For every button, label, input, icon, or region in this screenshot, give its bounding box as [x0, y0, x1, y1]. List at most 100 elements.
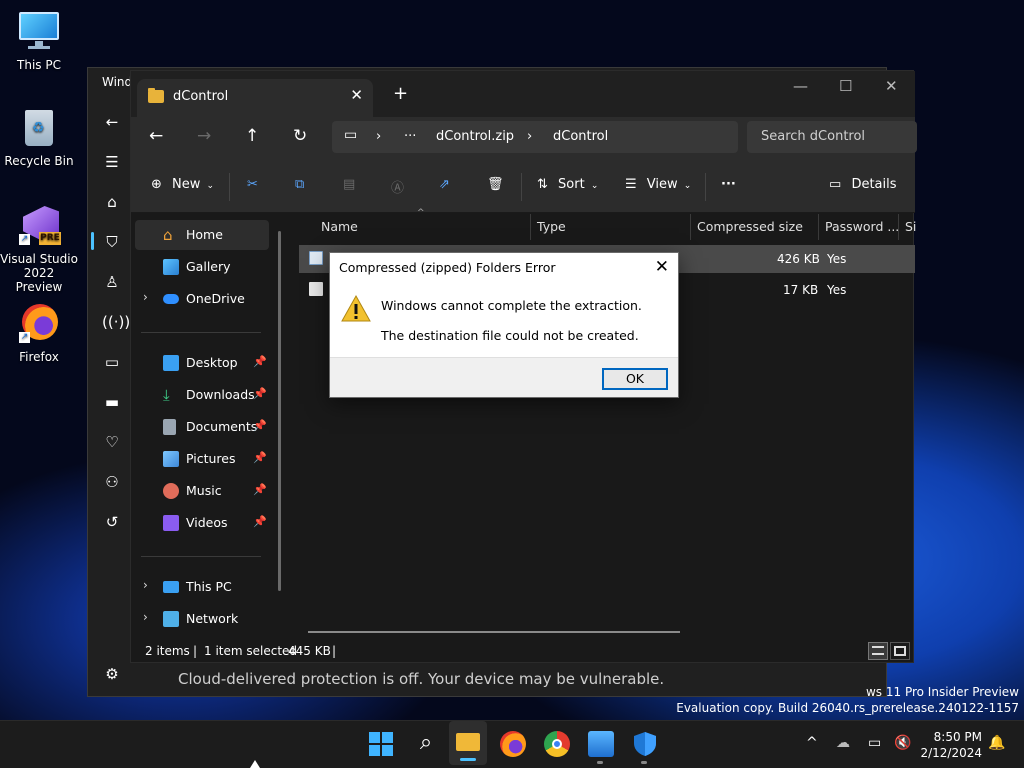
paste-button[interactable]: ▤ [343, 177, 355, 192]
nav-label: Network [186, 611, 239, 626]
chevron-right-icon[interactable]: › [143, 290, 148, 304]
start-windows-icon[interactable] [368, 731, 394, 757]
desktop-folder-icon [163, 355, 179, 371]
details-button[interactable]: ▭ Details [829, 177, 897, 192]
nav-item-gallery[interactable]: Gallery [135, 252, 269, 282]
back-button[interactable]: ← [149, 126, 163, 146]
nav-item-desktop[interactable]: Desktop 📌 [135, 348, 269, 378]
shortcut-arrow-icon: ↗ [19, 332, 30, 343]
desktop-icon-this-pc[interactable]: This PC [0, 10, 79, 72]
chevron-right-icon[interactable]: › [143, 610, 148, 624]
minimize-button[interactable]: — [793, 77, 808, 95]
forward-button[interactable]: → [197, 126, 211, 146]
chrome-taskbar-icon[interactable] [544, 731, 570, 757]
up-button[interactable]: ↑ [245, 126, 259, 146]
column-divider[interactable] [898, 214, 899, 240]
pin-icon: 📌 [253, 515, 267, 528]
network-signal-icon[interactable]: ((·)) [102, 312, 130, 332]
nav-scrollbar[interactable] [278, 231, 281, 591]
notification-bell-icon[interactable]: 🔔 [988, 735, 1005, 751]
view-button[interactable]: ☰ View ⌄ [625, 177, 691, 192]
column-header-compressed-size[interactable]: Compressed size [697, 219, 803, 234]
refresh-button[interactable]: ↻ [293, 126, 307, 146]
new-tab-button[interactable]: + [393, 83, 408, 104]
hamburger-menu-icon[interactable]: ☰ [102, 152, 122, 172]
nav-label: Desktop [186, 355, 238, 370]
person-icon[interactable]: ♙ [102, 272, 122, 292]
history-icon[interactable]: ↺ [102, 512, 122, 532]
nav-item-this-pc[interactable]: › This PC [135, 572, 269, 602]
firefox-taskbar-icon[interactable] [500, 731, 526, 757]
device-icon[interactable]: ▬ [102, 392, 122, 412]
address-bar[interactable]: ▭ › ··· dControl.zip › dControl [332, 121, 738, 153]
nav-item-home[interactable]: ⌂ Home [135, 220, 269, 250]
tiles-view-icon [894, 646, 906, 656]
dialog-close-icon[interactable]: ✕ [655, 257, 669, 277]
nav-label: Downloads [186, 387, 255, 402]
ok-button[interactable]: OK [602, 368, 668, 390]
nav-item-music[interactable]: Music 📌 [135, 476, 269, 506]
new-button[interactable]: ⊕ New ⌄ [151, 177, 214, 192]
nav-divider [141, 556, 261, 557]
view-lines-icon: ☰ [625, 177, 637, 192]
nav-item-documents[interactable]: Documents 📌 [135, 412, 269, 442]
see-more-button[interactable]: ··· [721, 177, 736, 192]
family-icon[interactable]: ⚇ [102, 472, 122, 492]
health-heart-icon[interactable]: ♡ [102, 432, 122, 452]
clock[interactable]: 8:50 PM 2/12/2024 [920, 729, 982, 761]
desktop-icon-recycle-bin[interactable]: ♻ Recycle Bin [0, 106, 79, 168]
nav-item-pictures[interactable]: Pictures 📌 [135, 444, 269, 474]
desktop-icon-label: This PC [17, 58, 61, 72]
close-tab-icon[interactable]: ✕ [350, 86, 363, 104]
error-dialog[interactable]: Compressed (zipped) Folders Error ✕ Wind… [329, 252, 679, 398]
desktop-icon-visual-studio[interactable]: PRE ↗ Visual Studio 2022 Preview [0, 204, 79, 294]
network-icon [163, 611, 179, 627]
settings-gear-icon[interactable]: ⚙ [102, 664, 122, 684]
show-hidden-icons-chevron-icon[interactable]: ^ [806, 735, 818, 751]
home-icon[interactable]: ⌂ [102, 192, 122, 212]
delete-button[interactable]: 🗑 [487, 177, 504, 192]
network-status-icon[interactable]: ▭ [868, 735, 881, 751]
close-window-button[interactable]: ✕ [885, 77, 898, 95]
file-explorer-taskbar-button[interactable] [449, 721, 487, 765]
copy-button[interactable]: ⧉ [295, 177, 304, 192]
share-button[interactable]: ⇗ [439, 177, 450, 192]
computer-icon [163, 581, 179, 593]
horizontal-scrollbar[interactable] [308, 631, 680, 633]
desktop-icon-firefox[interactable]: ↗ Firefox [0, 302, 79, 364]
monitor-app-taskbar-icon[interactable] [588, 731, 614, 757]
shield-icon[interactable]: ⛉ [102, 232, 122, 252]
breadcrumb-overflow[interactable]: ··· [404, 129, 416, 144]
cloud-offline-icon[interactable]: ☁ [836, 735, 850, 751]
column-header-name[interactable]: Name [321, 219, 358, 234]
maximize-button[interactable]: ☐ [839, 77, 852, 95]
chevron-right-icon[interactable]: › [143, 578, 148, 592]
search-icon[interactable]: ⌕ [413, 731, 439, 757]
column-header-password[interactable]: Password ... [825, 219, 899, 234]
nav-item-videos[interactable]: Videos 📌 [135, 508, 269, 538]
list-view-icon [872, 646, 884, 655]
app-browser-icon[interactable]: ▭ [102, 352, 122, 372]
trash-icon: 🗑 [487, 177, 504, 192]
nav-item-onedrive[interactable]: › OneDrive [135, 284, 269, 314]
search-box[interactable]: Search dControl [747, 121, 917, 153]
column-divider[interactable] [818, 214, 819, 240]
breadcrumb-item[interactable]: dControl.zip [436, 129, 514, 144]
cut-button[interactable]: ✂ [247, 177, 258, 192]
tiles-view-button[interactable] [890, 642, 910, 660]
back-arrow-icon[interactable]: ← [102, 112, 122, 132]
volume-muted-icon[interactable]: 🔇 [894, 735, 911, 751]
sort-button[interactable]: ⇅ Sort ⌄ [537, 177, 598, 192]
details-view-button[interactable] [868, 642, 888, 660]
tab-dcontrol[interactable]: dControl ✕ [137, 79, 373, 117]
column-header-size[interactable]: Si [905, 219, 916, 234]
nav-item-network[interactable]: › Network [135, 604, 269, 634]
column-divider[interactable] [690, 214, 691, 240]
rename-button[interactable]: Ⓐ [391, 177, 404, 196]
breadcrumb-item[interactable]: dControl [553, 129, 608, 144]
column-header-type[interactable]: Type [537, 219, 566, 234]
nav-item-downloads[interactable]: ⤓ Downloads 📌 [135, 380, 269, 410]
defender-shield-icon[interactable] [632, 731, 658, 757]
column-divider[interactable] [530, 214, 531, 240]
selection-size: 445 KB [288, 644, 331, 658]
